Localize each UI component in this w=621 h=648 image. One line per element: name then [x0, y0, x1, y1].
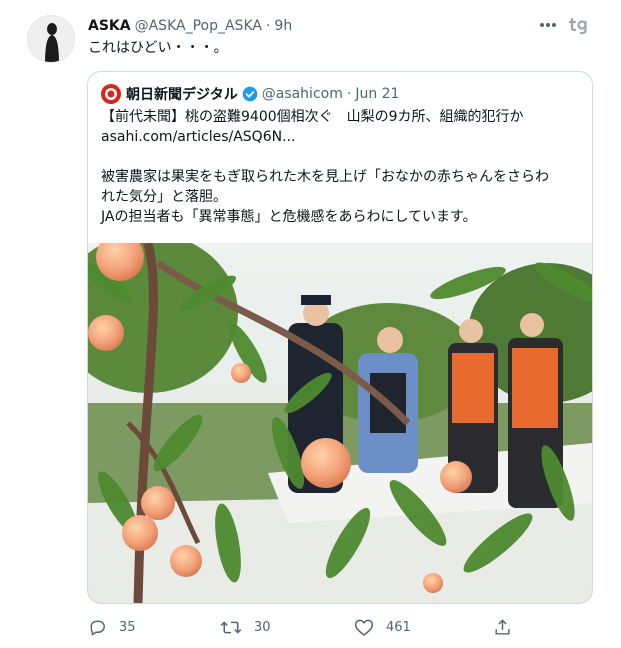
- author-name[interactable]: ASKA: [88, 18, 131, 34]
- heart-icon: [354, 619, 374, 636]
- quote-line: れた気分」と落胆。: [101, 189, 227, 205]
- quote-author-handle[interactable]: @asahicom: [262, 86, 343, 102]
- quote-link[interactable]: asahi.com/articles/ASQ6N...: [101, 127, 581, 147]
- quote-photo[interactable]: [88, 243, 592, 603]
- share-button[interactable]: [493, 618, 524, 637]
- quote-separator-dot: ·: [346, 86, 352, 102]
- retweet-count: 30: [254, 620, 271, 635]
- tweet-time[interactable]: 9h: [274, 18, 292, 34]
- tweet: ASKA @ASKA_Pop_ASKA · 9h これはひどい・・・。 朝日新聞…: [0, 0, 621, 648]
- separator-dot: ·: [265, 18, 271, 34]
- retweet-button[interactable]: 30: [220, 618, 271, 637]
- avatar[interactable]: [27, 15, 75, 63]
- like-count: 461: [386, 620, 411, 635]
- share-icon: [495, 619, 510, 635]
- retweet-icon: [220, 621, 242, 634]
- reply-button[interactable]: 35: [88, 618, 136, 637]
- more-options-icon[interactable]: [538, 17, 558, 33]
- avatar-silhouette: [28, 16, 74, 62]
- quote-line: [101, 147, 581, 167]
- quoted-tweet[interactable]: 朝日新聞デジタル @asahicom · Jun 21 【前代未聞】桃の盗難94…: [87, 71, 593, 604]
- tweet-header: ASKA @ASKA_Pop_ASKA · 9h: [88, 15, 292, 37]
- asahi-logo-icon: [105, 88, 117, 100]
- reply-count: 35: [119, 620, 136, 635]
- translate-extension-icon[interactable]: [568, 15, 589, 35]
- quote-avatar[interactable]: [101, 84, 121, 104]
- reply-icon: [90, 620, 105, 636]
- quote-line: JAの担当者も「異常事態」と危機感をあらわにしています。: [101, 209, 477, 225]
- quote-text: 【前代未聞】桃の盗難9400個相次ぐ 山梨の9カ所、組織的犯行か asahi.c…: [101, 107, 581, 227]
- quote-line: 【前代未聞】桃の盗難9400個相次ぐ 山梨の9カ所、組織的犯行か: [101, 109, 524, 125]
- tweet-text: これはひどい・・・。: [88, 40, 228, 56]
- verified-badge-icon: [242, 86, 258, 102]
- quote-header: 朝日新聞デジタル @asahicom · Jun 21: [101, 84, 399, 104]
- tweet-actions: 35 30 461: [0, 612, 621, 644]
- like-button[interactable]: 461: [354, 618, 411, 637]
- quote-author-name[interactable]: 朝日新聞デジタル: [126, 84, 238, 104]
- author-handle[interactable]: @ASKA_Pop_ASKA: [135, 18, 262, 34]
- quote-line: 被害農家は果実をもぎ取られた木を見上げ「おなかの赤ちゃんをさらわ: [101, 169, 549, 185]
- quote-time[interactable]: Jun 21: [355, 86, 399, 102]
